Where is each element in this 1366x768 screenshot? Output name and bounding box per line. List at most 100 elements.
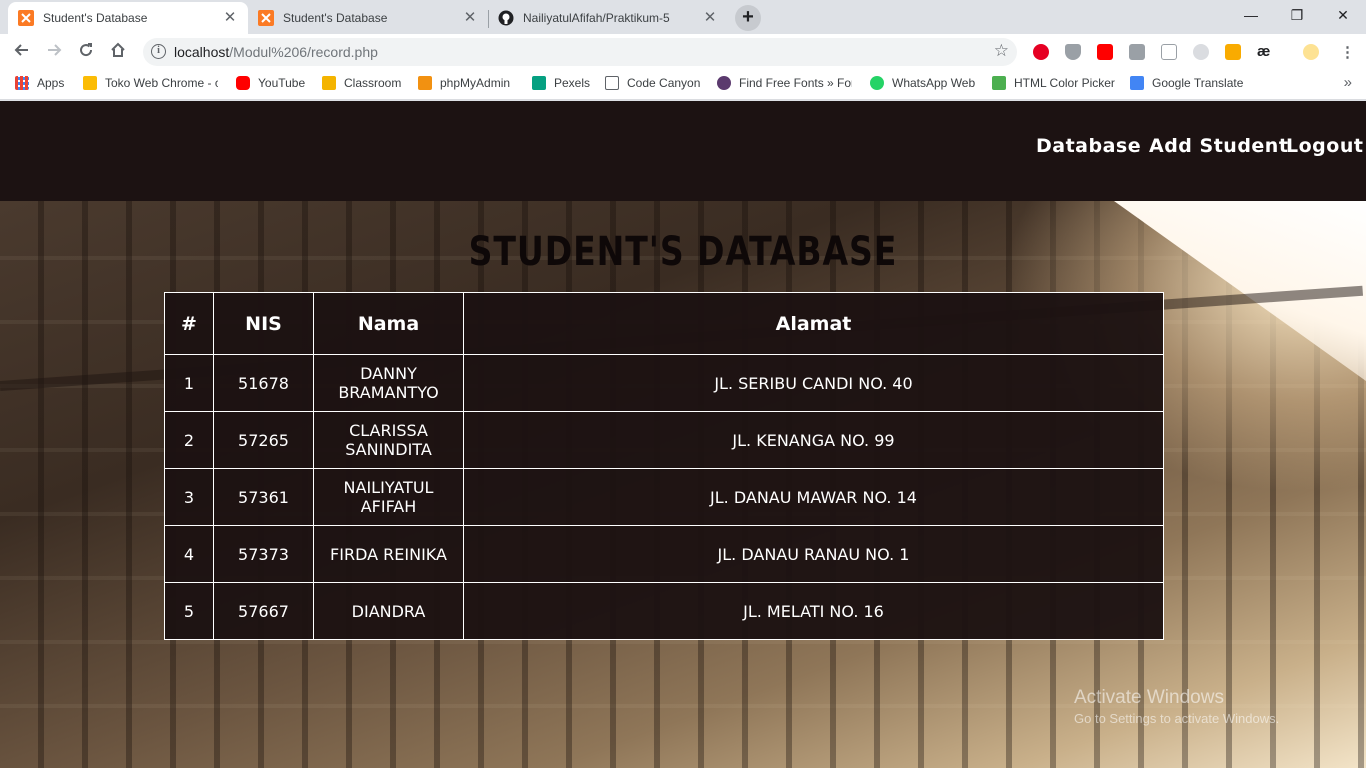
translate-icon — [1130, 76, 1144, 90]
nav-database-link[interactable]: Database — [1036, 135, 1141, 157]
bookmark-toko-web-chrome[interactable]: Toko Web Chrome - c — [83, 76, 218, 90]
page-icon — [605, 76, 619, 90]
reload-button[interactable] — [72, 38, 100, 66]
nav-logout-link[interactable]: Logout — [1286, 135, 1363, 157]
watermark-title: Activate Windows — [1074, 687, 1224, 708]
youtube-ext-icon[interactable] — [1097, 44, 1113, 60]
bookmark-code-canyon[interactable]: Code Canyon — [605, 76, 700, 90]
close-icon[interactable]: ✕ — [702, 10, 718, 26]
bookmarks-bar: Apps Toko Web Chrome - c YouTube Classro… — [0, 70, 1366, 100]
cell-number: 5 — [164, 582, 214, 640]
apps-grid-icon — [15, 76, 29, 90]
cell-number: 1 — [164, 354, 214, 412]
cell-nama: Clarissa Sanindita — [313, 411, 464, 469]
table-row: 2 57265 Clarissa Sanindita Jl. Kenanga N… — [164, 411, 1164, 469]
forward-arrow-icon — [48, 44, 62, 56]
color-picker-icon[interactable] — [1225, 44, 1241, 60]
back-arrow-icon — [14, 44, 28, 56]
bookmark-label: Code Canyon — [627, 76, 701, 90]
bookmarks-overflow-button[interactable]: » — [1344, 74, 1352, 91]
page-viewport: Database Add Student Logout STUDENT'S DA… — [0, 101, 1366, 768]
tab-students-database-2[interactable]: Student's Database ✕ — [248, 2, 488, 34]
bookmark-google-translate[interactable]: Google Translate — [1130, 76, 1243, 90]
pinterest-icon[interactable] — [1033, 44, 1049, 60]
bookmark-star-icon[interactable]: ☆ — [994, 41, 1009, 61]
camera-icon[interactable] — [1129, 44, 1145, 60]
bookmark-whatsapp-web[interactable]: WhatsApp Web — [870, 76, 975, 90]
tab-title: Student's Database — [43, 11, 148, 25]
menu-kebab-icon[interactable]: ⋮ — [1340, 43, 1355, 61]
bookmark-find-free-fonts[interactable]: Find Free Fonts » For — [717, 76, 852, 90]
cell-number: 2 — [164, 411, 214, 469]
cell-number: 4 — [164, 525, 214, 583]
nav-add-student-link[interactable]: Add Student — [1149, 135, 1288, 157]
window-close-button[interactable]: ✕ — [1320, 0, 1366, 30]
bookmark-label: YouTube — [258, 76, 306, 90]
column-header-nis: NIS — [213, 292, 314, 355]
close-icon[interactable]: ✕ — [222, 10, 238, 26]
close-icon[interactable]: ✕ — [462, 10, 478, 26]
bookmark-pexels[interactable]: Pexels — [532, 76, 590, 90]
w3-icon — [992, 76, 1006, 90]
bookmark-youtube[interactable]: YouTube — [236, 76, 305, 90]
url-host: localhost — [174, 44, 230, 60]
site-header: Database Add Student Logout — [0, 101, 1366, 201]
cell-nama: Nailiyatul Afifah — [313, 468, 464, 526]
table-row: 5 57667 Diandra Jl. Melati No. 16 — [164, 582, 1164, 640]
tab-students-database-1[interactable]: Student's Database ✕ — [8, 2, 248, 34]
browser-toolbar: i localhost/Modul%206/record.php ☆ æ ⋮ — [0, 34, 1366, 70]
bookmark-classroom[interactable]: Classroom — [322, 76, 401, 90]
chrome-store-icon — [83, 76, 97, 90]
activate-windows-watermark: Activate Windows Go to Settings to activ… — [1074, 687, 1279, 726]
cell-nama: Firda Reinika — [313, 525, 464, 583]
bookmark-html-color-picker[interactable]: HTML Color Picker — [992, 76, 1115, 90]
whatsapp-icon — [870, 76, 884, 90]
cell-alamat: Jl. Danau Mawar No. 14 — [463, 468, 1164, 526]
tab-title: NailiyatulAfifah/Praktikum-5 — [523, 11, 670, 25]
bookmark-label: Google Translate — [1152, 76, 1244, 90]
column-header-alamat: Alamat — [463, 292, 1164, 355]
table-row: 1 51678 Danny Bramantyo Jl. Seribu Candi… — [164, 354, 1164, 412]
tab-strip: Student's Database ✕ Student's Database … — [0, 0, 1366, 34]
cell-alamat: Jl. Seribu Candi No. 40 — [463, 354, 1164, 412]
tab-github[interactable]: NailiyatulAfifah/Praktikum-5 ✕ — [488, 2, 728, 34]
tab-title: Student's Database — [283, 11, 388, 25]
extension-icon[interactable] — [1193, 44, 1209, 60]
minimize-button[interactable]: — — [1228, 0, 1274, 30]
maximize-button[interactable]: ❐ — [1274, 0, 1320, 30]
url-text[interactable]: localhost/Modul%206/record.php — [174, 44, 378, 60]
bookmark-apps[interactable]: Apps — [15, 76, 64, 90]
pexels-icon — [532, 76, 546, 90]
column-header-nama: Nama — [313, 292, 464, 355]
bookmark-label: Apps — [37, 76, 65, 90]
phpmyadmin-icon — [418, 76, 432, 90]
info-icon[interactable]: i — [151, 44, 166, 59]
github-icon — [498, 10, 514, 26]
cell-alamat: Jl. Kenanga No. 99 — [463, 411, 1164, 469]
cell-nis: 57373 — [213, 525, 314, 583]
reload-icon — [80, 43, 93, 57]
home-icon — [111, 42, 125, 57]
cell-nis: 57361 — [213, 468, 314, 526]
address-bar[interactable]: i localhost/Modul%206/record.php ☆ — [143, 38, 1017, 66]
bookmark-phpmyadmin[interactable]: phpMyAdmin — [418, 76, 510, 90]
table-row: 4 57373 Firda Reinika Jl. Danau Ranau No… — [164, 525, 1164, 583]
new-tab-button[interactable]: + — [735, 5, 761, 31]
pencil-icon[interactable] — [1161, 44, 1177, 60]
page-title: STUDENT'S DATABASE — [468, 229, 898, 275]
xampp-icon — [18, 10, 34, 26]
back-button[interactable] — [8, 38, 36, 66]
bookmark-label: Find Free Fonts » For — [739, 76, 852, 90]
ae-icon[interactable]: æ — [1257, 43, 1270, 60]
bookmark-label: Pexels — [554, 76, 591, 90]
forward-button[interactable] — [40, 38, 68, 66]
bookmark-label: Classroom — [344, 76, 402, 90]
fonts-icon — [717, 76, 731, 90]
classroom-icon — [322, 76, 336, 90]
profile-avatar[interactable] — [1303, 44, 1319, 60]
cell-nis: 51678 — [213, 354, 314, 412]
cell-nama: Diandra — [313, 582, 464, 640]
url-path: /Modul%206/record.php — [229, 44, 378, 60]
shield-icon[interactable] — [1065, 44, 1081, 60]
home-button[interactable] — [104, 38, 132, 66]
